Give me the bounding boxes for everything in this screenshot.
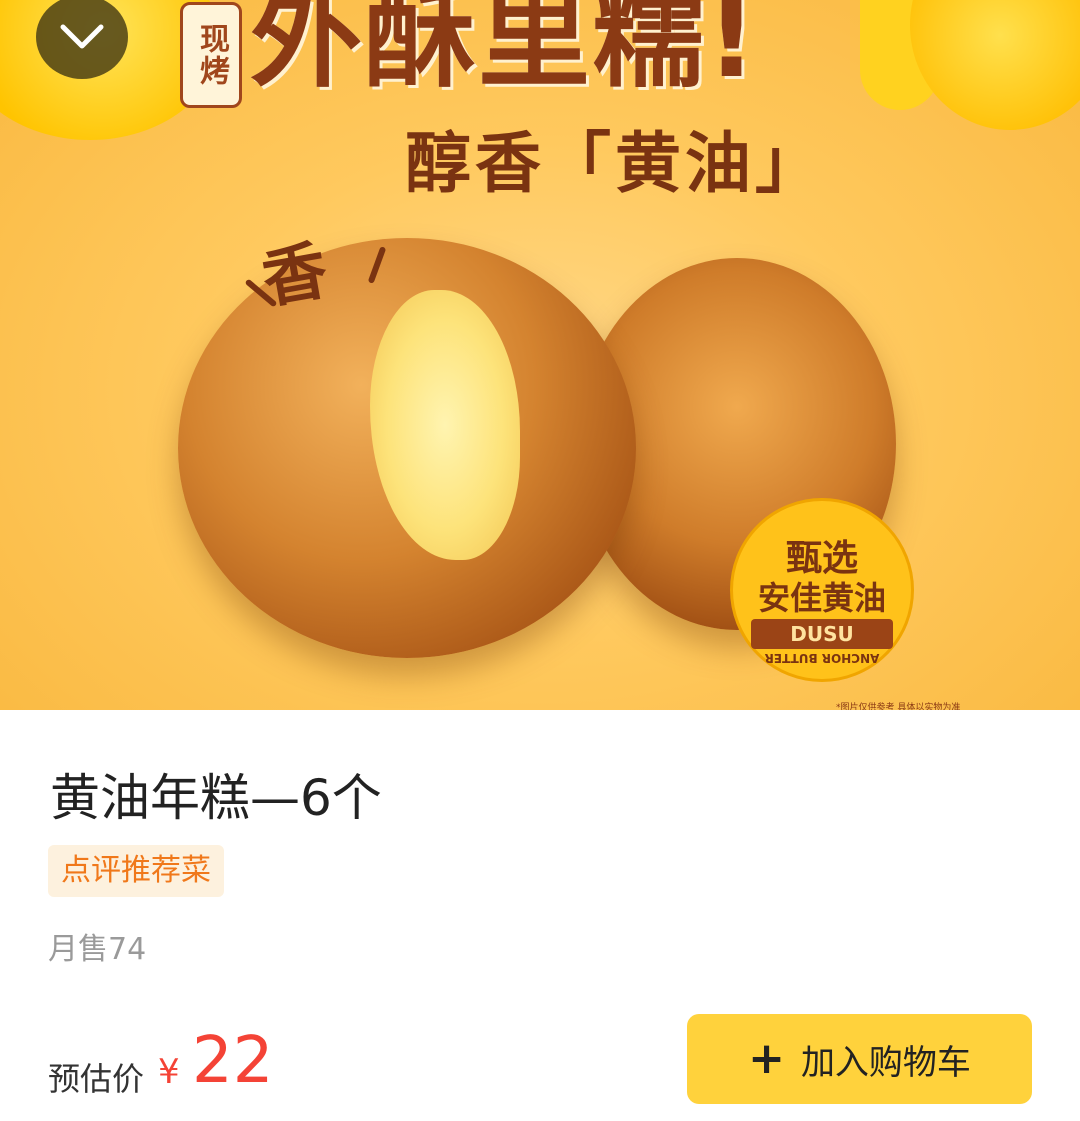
badge-arc-text: ANCHOR BUTTER	[764, 651, 880, 665]
recommend-tag: 点评推荐菜	[48, 845, 224, 897]
add-to-cart-button[interactable]: + 加入购物车	[687, 1014, 1032, 1104]
butter-drip-decoration	[910, 0, 1080, 130]
price-value: 22	[192, 1024, 274, 1098]
badge-line2: 安佳黄油	[757, 579, 886, 617]
butter-badge: 甄选 安佳黄油 DUSU ANCHOR BUTTER	[730, 498, 914, 682]
monthly-sales: 月售74	[48, 932, 147, 967]
image-disclaimer: *图片仅供参考 具体以实物为准	[836, 703, 961, 710]
product-name: 黄油年糕—6个	[50, 769, 382, 827]
add-to-cart-label: 加入购物车	[800, 1042, 971, 1083]
chevron-down-icon	[60, 24, 104, 49]
hero-headline: 外酥里糯!	[250, 0, 760, 103]
price-currency: ¥	[158, 1052, 180, 1092]
hero-tag: 现烤	[180, 2, 242, 108]
hero-subline: 醇香「黄油」	[405, 125, 825, 202]
product-hero-image: 现烤 外酥里糯! 醇香「黄油」 香 甄选 安佳黄油 DUSU ANCHOR BU…	[0, 0, 1080, 710]
plus-icon: +	[748, 1033, 785, 1084]
price-label: 预估价	[48, 1060, 145, 1098]
badge-ribbon: DUSU	[751, 619, 893, 649]
